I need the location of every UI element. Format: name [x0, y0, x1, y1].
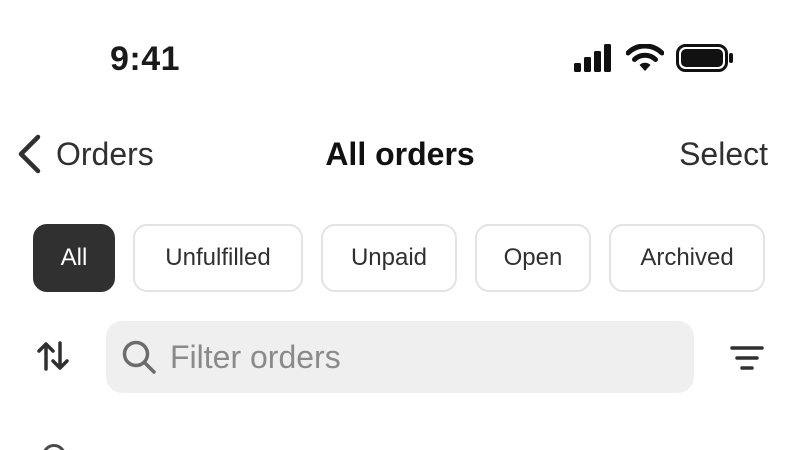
- status-icons: [574, 44, 734, 72]
- sort-icon: [37, 341, 69, 371]
- select-button[interactable]: Select: [679, 136, 768, 173]
- battery-icon: [676, 44, 733, 72]
- filter-lines-icon: [730, 346, 764, 370]
- chip-unpaid[interactable]: Unpaid: [321, 224, 457, 292]
- signal-icon: [574, 44, 611, 72]
- search-icon: [122, 340, 156, 374]
- sort-button[interactable]: [36, 340, 70, 377]
- status-time: 9:41: [110, 40, 181, 78]
- chip-archived[interactable]: Archived: [609, 224, 765, 292]
- filter-button[interactable]: [730, 345, 764, 376]
- order-item-icon: [42, 444, 66, 450]
- filter-chips: All Unfulfilled Unpaid Open Archived: [33, 224, 765, 292]
- search-field[interactable]: [106, 321, 694, 393]
- chip-unfulfilled[interactable]: Unfulfilled: [133, 224, 303, 292]
- search-input[interactable]: [170, 338, 670, 376]
- chip-all[interactable]: All: [33, 224, 115, 292]
- wifi-icon: [626, 44, 664, 71]
- chip-open[interactable]: Open: [475, 224, 591, 292]
- orders-screen: 9:41 Orders All orders Select All Unfulf…: [0, 0, 800, 450]
